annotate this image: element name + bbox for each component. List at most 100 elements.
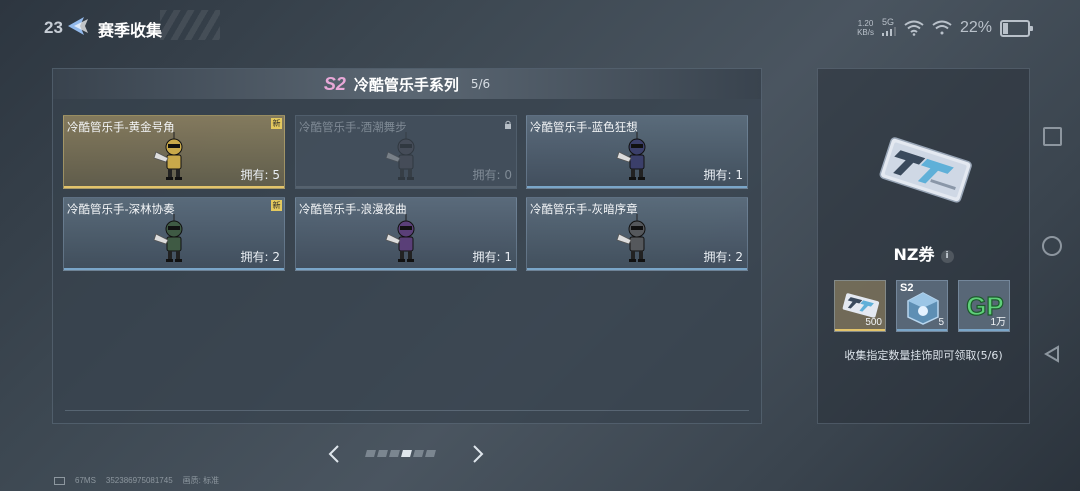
- collection-card[interactable]: 冷酷管乐手-黄金号角新拥有: 5: [63, 115, 285, 189]
- page-dot[interactable]: [425, 450, 436, 457]
- recent-apps-button[interactable]: [1043, 127, 1062, 146]
- new-badge: 新: [271, 200, 282, 211]
- reward-quantity: 500: [865, 317, 882, 328]
- title-decoration: [160, 10, 220, 40]
- back-arrow-icon: [68, 17, 88, 35]
- page-dot[interactable]: [389, 450, 400, 457]
- reward-quantity: 5: [938, 317, 944, 328]
- back-button[interactable]: [64, 12, 92, 40]
- home-button[interactable]: [1042, 236, 1062, 256]
- page-title: 赛季收集: [98, 21, 163, 40]
- reward-name: NZ券 i: [818, 241, 1029, 265]
- owned-count: 拥有: 0: [472, 166, 512, 183]
- quality-label: 画质:: [182, 476, 201, 485]
- collection-card[interactable]: 冷酷管乐手-深林协奏新拥有: 2: [63, 197, 285, 271]
- pendant-figure-icon: [153, 214, 183, 262]
- pendant-figure-icon: [385, 214, 415, 262]
- ping-icon: [54, 476, 65, 485]
- footer-info: 67MS 352386975081745 画质: 标准: [54, 475, 219, 486]
- page-dot[interactable]: [413, 450, 424, 457]
- info-icon[interactable]: i: [940, 250, 954, 263]
- new-badge: 新: [271, 118, 282, 129]
- owned-value: 0: [504, 168, 512, 182]
- pendant-figure-icon: [616, 132, 646, 180]
- reward-item[interactable]: S2 5: [896, 280, 948, 332]
- pendant-figure-icon: [153, 132, 183, 180]
- battery-icon: [1000, 19, 1033, 37]
- status-bar: 1.20 KB/s 5G 22%: [857, 14, 1080, 42]
- crate-icon: [907, 292, 939, 325]
- series-progress: 5/6: [470, 77, 491, 91]
- card-underline: [64, 268, 284, 270]
- pendant-figure-icon: [616, 214, 646, 262]
- owned-label: 拥有:: [240, 250, 269, 264]
- owned-count: 拥有: 2: [240, 248, 280, 265]
- quality-value: 标准: [203, 476, 220, 485]
- nav-back-button[interactable]: [1044, 345, 1060, 363]
- reward-underline: [835, 329, 885, 331]
- wifi-icon: [904, 20, 924, 36]
- owned-count: 拥有: 1: [472, 248, 512, 265]
- collection-card[interactable]: 冷酷管乐手-酒潮舞步 拥有: 0: [295, 115, 517, 189]
- signal-bars-icon: [881, 27, 896, 36]
- clock: 23: [44, 18, 63, 37]
- owned-value: 1: [735, 168, 743, 182]
- owned-label: 拥有:: [703, 250, 732, 264]
- lock-icon: [505, 120, 511, 129]
- reward-description: 收集指定数量挂饰即可领取(5/6): [844, 349, 1003, 362]
- card-underline: [296, 186, 516, 188]
- collection-card[interactable]: 冷酷管乐手-蓝色狂想 拥有: 1: [526, 115, 748, 189]
- owned-value: 2: [735, 250, 743, 264]
- series-header: S2 冷酷管乐手系列 5/6: [53, 69, 761, 99]
- page-dot[interactable]: [377, 450, 388, 457]
- page-indicator: [365, 450, 436, 457]
- network-speed-unit: KB/s: [857, 28, 874, 37]
- chevron-right-icon: [473, 445, 484, 463]
- reward-panel: NZ券 i 500 S2 5 GP 1万 收集指定数量挂饰即可领取(5/6): [817, 68, 1030, 424]
- reward-underline: [959, 329, 1009, 331]
- battery-percent: 22%: [959, 19, 992, 36]
- reward-underline: [897, 329, 947, 331]
- ping-value: 67MS: [75, 476, 96, 485]
- card-underline: [64, 186, 284, 188]
- owned-label: 拥有:: [472, 250, 501, 264]
- panel-divider: [65, 410, 749, 411]
- owned-label: 拥有:: [703, 168, 732, 182]
- collection-card[interactable]: 冷酷管乐手-灰暗序章 拥有: 2: [526, 197, 748, 271]
- collection-card[interactable]: 冷酷管乐手-浪漫夜曲 拥有: 1: [295, 197, 517, 271]
- reward-name-text: NZ券: [893, 245, 935, 264]
- reward-item[interactable]: GP 1万: [958, 280, 1010, 332]
- cellular-signal: 5G: [881, 17, 896, 38]
- cellular-type: 5G: [881, 17, 894, 27]
- card-underline: [527, 186, 747, 188]
- owned-value: 2: [272, 250, 280, 264]
- owned-count: 拥有: 5: [240, 166, 280, 183]
- chevron-left-icon: [328, 445, 339, 463]
- card-underline: [296, 268, 516, 270]
- page-dot[interactable]: [401, 450, 412, 457]
- series-title: 冷酷管乐手系列: [353, 75, 459, 94]
- owned-value: 5: [272, 168, 280, 182]
- wifi-icon-secondary: [932, 20, 952, 35]
- network-speed-value: 1.20: [857, 19, 874, 28]
- reward-tag: S2: [900, 282, 914, 294]
- page-dot[interactable]: [365, 450, 376, 457]
- pendant-figure-icon: [385, 132, 415, 180]
- owned-value: 1: [504, 250, 512, 264]
- ticket-icon: [842, 293, 880, 318]
- card-underline: [527, 268, 747, 270]
- owned-label: 拥有:: [472, 168, 501, 182]
- owned-label: 拥有:: [240, 168, 269, 182]
- owned-count: 拥有: 2: [703, 248, 743, 265]
- reward-quantity: 1万: [990, 317, 1006, 328]
- next-page-button[interactable]: [467, 443, 489, 465]
- quality-info: 画质: 标准: [183, 475, 219, 486]
- prev-page-button[interactable]: [323, 443, 345, 465]
- collection-panel: S2 冷酷管乐手系列 5/6 冷酷管乐手-黄金号角新拥有: 5 冷酷管乐手-酒潮舞…: [52, 68, 762, 424]
- nz-ticket-icon: [879, 137, 972, 203]
- player-id: 352386975081745: [105, 476, 173, 485]
- network-speed: 1.20 KB/s: [857, 19, 874, 37]
- owned-count: 拥有: 1: [703, 166, 743, 183]
- season-badge: S2: [323, 73, 346, 94]
- reward-item[interactable]: 500: [834, 280, 886, 332]
